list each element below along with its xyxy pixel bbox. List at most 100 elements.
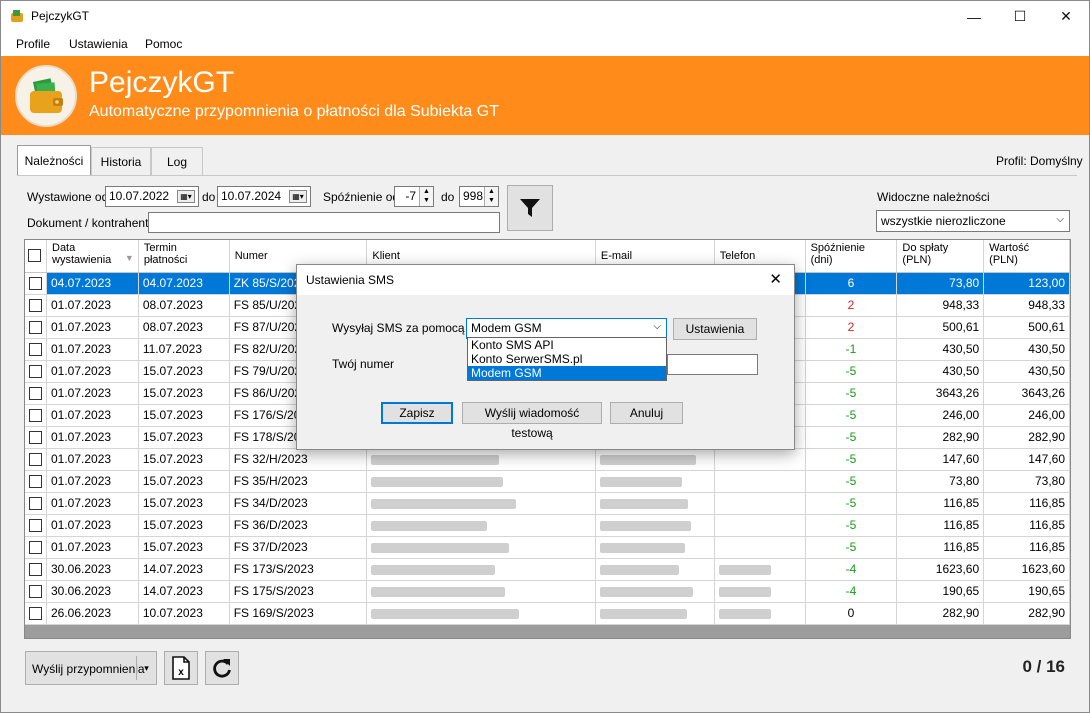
refresh-icon xyxy=(213,659,231,678)
calendar-icon[interactable]: ▦▾ xyxy=(177,190,195,203)
row-checkbox[interactable] xyxy=(29,409,42,423)
delay-to-spinner[interactable]: 998 ▲ ▼ xyxy=(459,186,499,207)
send-via-dropdown-list[interactable]: Konto SMS API Konto SerwerSMS.pl Modem G… xyxy=(467,337,667,381)
app-window: PejczykGT — ☐ ✕ Profile Ustawienia Pomoc… xyxy=(0,0,1090,713)
refresh-button[interactable] xyxy=(205,651,239,685)
cancel-button[interactable]: Anuluj xyxy=(610,402,683,424)
column-value[interactable]: Wartość (PLN) xyxy=(983,240,1070,273)
table-row[interactable]: 01.07.2023 15.07.2023 FS 32/H/2023 -5 147,60… xyxy=(25,448,1070,471)
column-issue-date-label: Data wystawienia xyxy=(52,242,112,266)
dropdown-option-serwersms[interactable]: Konto SerwerSMS.pl xyxy=(468,352,666,366)
tab-receivables[interactable]: Należności xyxy=(17,145,91,176)
row-checkbox[interactable] xyxy=(29,431,42,445)
menu-settings[interactable]: Ustawienia xyxy=(69,37,128,51)
row-checkbox-cell[interactable] xyxy=(25,404,47,427)
row-checkbox[interactable] xyxy=(29,541,42,555)
table-row[interactable]: 01.07.2023 15.07.2023 FS 34/D/2023 -5 116,85… xyxy=(25,492,1070,515)
send-dropdown-arrow-icon[interactable]: ▾ xyxy=(136,656,156,680)
cell-value: 948,33 xyxy=(983,294,1070,317)
table-row[interactable]: 30.06.2023 14.07.2023 FS 173/S/2023 -4 1623,… xyxy=(25,558,1070,581)
row-checkbox-cell[interactable] xyxy=(25,514,47,537)
cell-due-date: 08.07.2023 xyxy=(138,294,230,317)
delay-from-label: Spóźnienie od xyxy=(323,190,400,204)
row-checkbox-cell[interactable] xyxy=(25,536,47,559)
minimize-button[interactable]: — xyxy=(951,1,997,32)
row-checkbox[interactable] xyxy=(29,299,42,313)
cell-phone xyxy=(714,558,806,581)
send-reminders-button[interactable]: Wyślij przypomnienia ▾ xyxy=(25,651,157,685)
select-all-checkbox[interactable] xyxy=(28,249,41,262)
dropdown-option-smsapi[interactable]: Konto SMS API xyxy=(468,338,666,352)
cell-phone xyxy=(714,514,806,537)
row-checkbox-cell[interactable] xyxy=(25,360,47,383)
your-number-input[interactable] xyxy=(667,354,758,375)
dropdown-option-modem[interactable]: Modem GSM xyxy=(468,366,666,380)
row-checkbox-cell[interactable] xyxy=(25,294,47,317)
cell-phone xyxy=(714,536,806,559)
column-issue-date[interactable]: Data wystawienia ▼ xyxy=(46,240,139,273)
cell-number: FS 173/S/2023 xyxy=(229,558,368,581)
calendar-icon[interactable]: ▦▾ xyxy=(289,190,307,203)
select-all-header[interactable] xyxy=(25,240,47,273)
spinner-arrows-icon[interactable]: ▲ ▼ xyxy=(419,187,433,206)
issued-from-date[interactable]: 10.07.2022 ▦▾ xyxy=(105,186,199,207)
issued-to-date[interactable]: 10.07.2024 ▦▾ xyxy=(217,186,311,207)
cell-delay: -4 xyxy=(805,580,898,603)
maximize-button[interactable]: ☐ xyxy=(997,1,1043,32)
table-row[interactable]: 26.06.2023 10.07.2023 FS 169/S/2023 0 282,90… xyxy=(25,602,1070,625)
export-excel-button[interactable]: x xyxy=(164,651,198,685)
cell-delay: -5 xyxy=(805,426,898,449)
row-checkbox-cell[interactable] xyxy=(25,272,47,295)
row-checkbox-cell[interactable] xyxy=(25,382,47,405)
row-checkbox[interactable] xyxy=(29,387,42,401)
save-button[interactable]: Zapisz xyxy=(381,402,453,424)
column-due-date[interactable]: Termin płatności xyxy=(138,240,230,273)
filter-button[interactable] xyxy=(507,185,553,231)
cell-client xyxy=(366,448,596,471)
cell-email xyxy=(595,448,715,471)
tab-history[interactable]: Historia xyxy=(91,147,151,176)
row-checkbox-cell[interactable] xyxy=(25,338,47,361)
delay-from-spinner[interactable]: -7 ▲ ▼ xyxy=(394,186,434,207)
row-checkbox[interactable] xyxy=(29,321,42,335)
row-checkbox-cell[interactable] xyxy=(25,580,47,603)
row-checkbox[interactable] xyxy=(29,497,42,511)
dialog-close-icon[interactable]: ✕ xyxy=(769,270,782,288)
column-delay[interactable]: Spóźnienie (dni) xyxy=(805,240,898,273)
row-checkbox[interactable] xyxy=(29,343,42,357)
sms-settings-button[interactable]: Ustawienia xyxy=(673,318,757,340)
row-checkbox[interactable] xyxy=(29,475,42,489)
table-row[interactable]: 01.07.2023 15.07.2023 FS 36/D/2023 -5 116,85… xyxy=(25,514,1070,537)
row-checkbox[interactable] xyxy=(29,365,42,379)
row-checkbox-cell[interactable] xyxy=(25,492,47,515)
cell-to-pay: 73,80 xyxy=(896,470,985,493)
row-checkbox-cell[interactable] xyxy=(25,448,47,471)
menu-help[interactable]: Pomoc xyxy=(145,37,182,51)
menu-profile[interactable]: Profile xyxy=(16,37,50,51)
table-row[interactable]: 01.07.2023 15.07.2023 FS 37/D/2023 -5 116,85… xyxy=(25,536,1070,559)
row-checkbox[interactable] xyxy=(29,563,42,577)
row-checkbox[interactable] xyxy=(29,277,42,291)
row-checkbox[interactable] xyxy=(29,607,42,621)
tab-log[interactable]: Log xyxy=(151,147,203,176)
column-to-pay[interactable]: Do spłaty (PLN) xyxy=(896,240,985,273)
close-button[interactable]: ✕ xyxy=(1043,1,1089,32)
table-row[interactable]: 30.06.2023 14.07.2023 FS 175/S/2023 -4 190,6… xyxy=(25,580,1070,603)
row-checkbox[interactable] xyxy=(29,519,42,533)
row-checkbox-cell[interactable] xyxy=(25,602,47,625)
row-checkbox-cell[interactable] xyxy=(25,426,47,449)
spinner-arrows-icon[interactable]: ▲ ▼ xyxy=(484,187,498,206)
document-search-input[interactable] xyxy=(148,212,500,233)
row-checkbox-cell[interactable] xyxy=(25,470,47,493)
send-via-select[interactable]: Modem GSM ⌵ xyxy=(466,318,667,339)
row-checkbox[interactable] xyxy=(29,453,42,467)
row-checkbox-cell[interactable] xyxy=(25,316,47,339)
visible-receivables-select[interactable]: wszystkie nierozliczone ⌵ xyxy=(876,210,1070,232)
cell-client xyxy=(366,536,596,559)
table-row[interactable]: 01.07.2023 15.07.2023 FS 35/H/2023 -5 73,80 7… xyxy=(25,470,1070,493)
row-checkbox-cell[interactable] xyxy=(25,558,47,581)
send-test-message-button[interactable]: Wyślij wiadomość testową xyxy=(462,402,602,440)
svg-text:x: x xyxy=(178,667,184,678)
cell-delay: -5 xyxy=(805,492,898,515)
row-checkbox[interactable] xyxy=(29,585,42,599)
